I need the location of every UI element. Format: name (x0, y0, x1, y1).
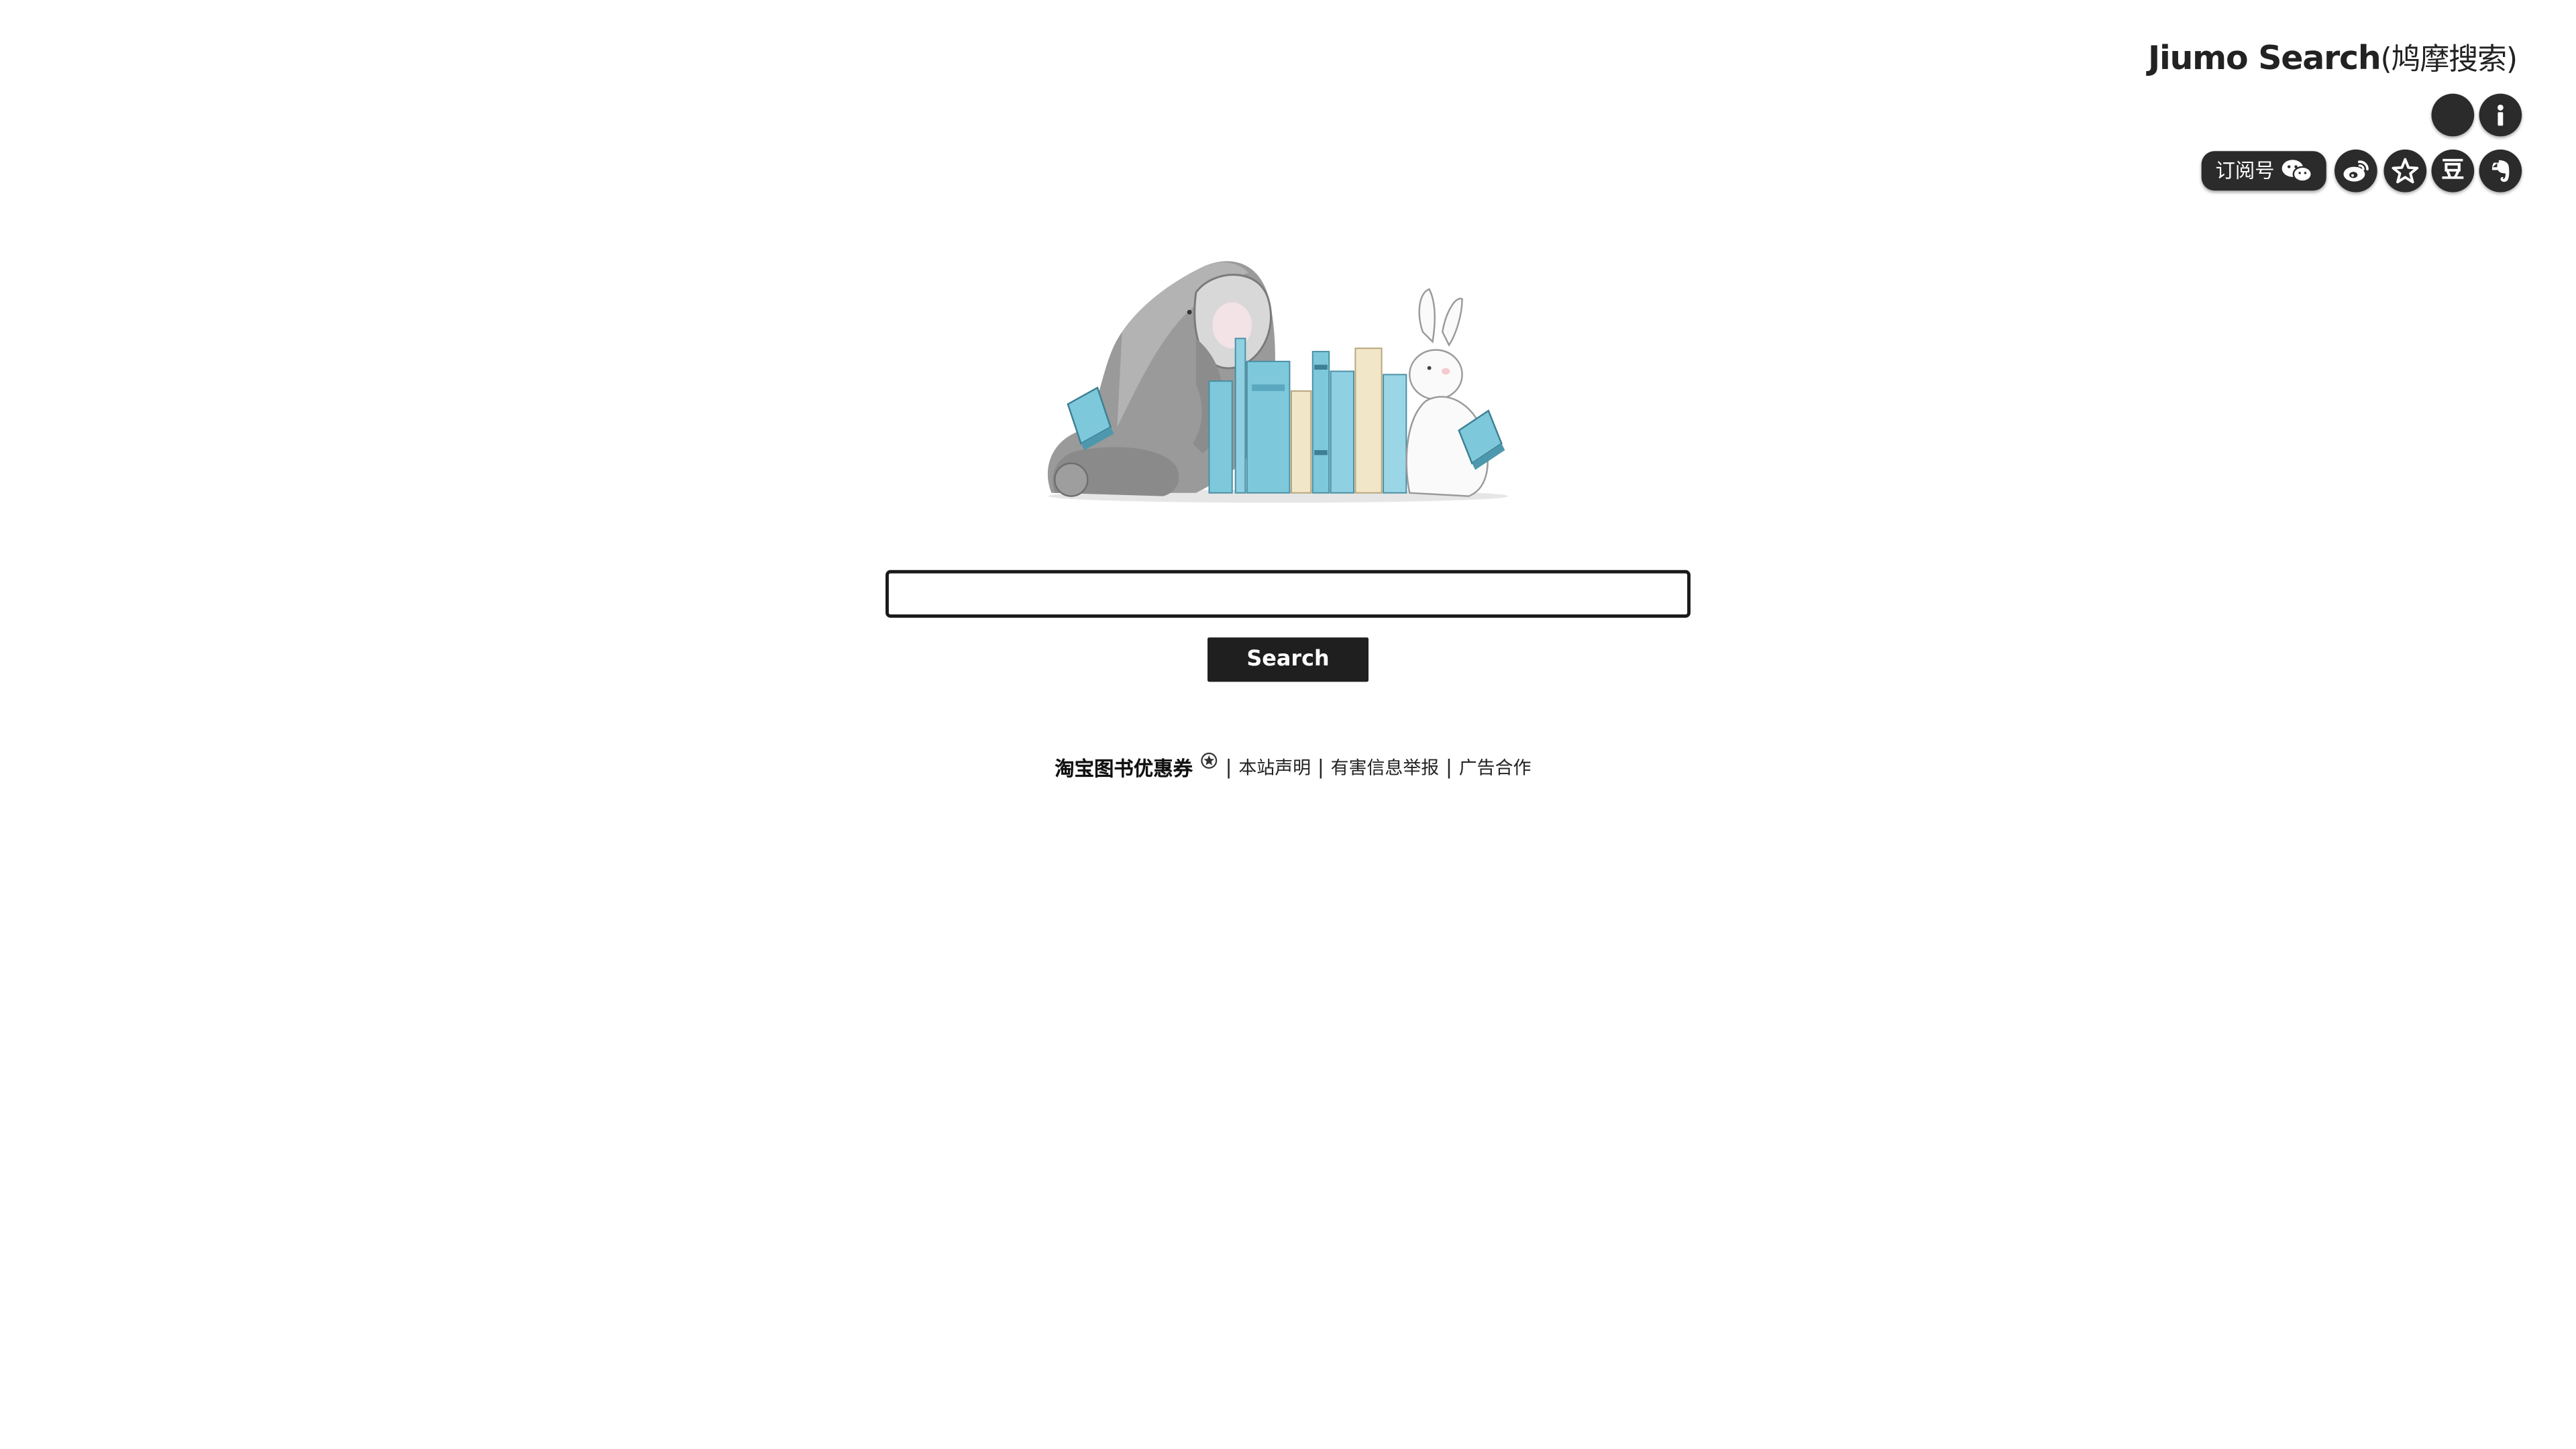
footer-separator: | (1225, 755, 1232, 779)
about-button[interactable] (2479, 93, 2522, 137)
theme-toggle-button[interactable] (2431, 93, 2475, 137)
search-input[interactable] (885, 570, 1691, 618)
brand-title: Jiumo Search (2147, 38, 2381, 78)
rabbit-illustration (1405, 288, 1505, 497)
wechat-icon (2281, 160, 2312, 182)
search-button[interactable]: Search (1208, 637, 1369, 682)
subscribe-label: 订阅号 (2215, 159, 2275, 182)
weibo-button[interactable] (2334, 149, 2377, 193)
favorite-button[interactable] (2383, 149, 2427, 193)
weibo-icon (2343, 160, 2369, 182)
coupon-link[interactable]: 淘宝图书优惠券 (1055, 753, 1193, 782)
subscribe-button[interactable]: 订阅号 (2201, 151, 2326, 191)
report-harmful-info-link[interactable]: 有害信息举报 (1331, 754, 1440, 780)
info-icon (2497, 105, 2504, 126)
star-icon (2392, 158, 2419, 184)
ad-cooperation-link[interactable]: 广告合作 (1459, 754, 1532, 780)
coupon-badge-icon (1201, 752, 1218, 769)
douban-icon: 豆 (2441, 158, 2465, 184)
footer-separator: | (1317, 755, 1324, 779)
footer-separator: | (1446, 755, 1452, 779)
site-brand[interactable]: Jiumo Search(鸠摩搜索) (2147, 36, 2518, 79)
hero-illustration (1047, 261, 1509, 503)
bookshelf-illustration (1208, 337, 1407, 494)
brand-subtitle: (鸠摩搜索) (2380, 42, 2518, 78)
footer-links: 淘宝图书优惠券 | 本站声明 | 有害信息举报 | 广告合作 (1055, 749, 1531, 786)
douban-button[interactable]: 豆 (2431, 149, 2475, 193)
page: Jiumo Search(鸠摩搜索) 订阅号 豆 Search 淘宝图书优惠券 … (0, 0, 2576, 1449)
evernote-icon (2492, 160, 2510, 182)
moon-icon (2446, 105, 2462, 125)
site-statement-link[interactable]: 本站声明 (1238, 754, 1311, 780)
evernote-button[interactable] (2479, 149, 2522, 193)
